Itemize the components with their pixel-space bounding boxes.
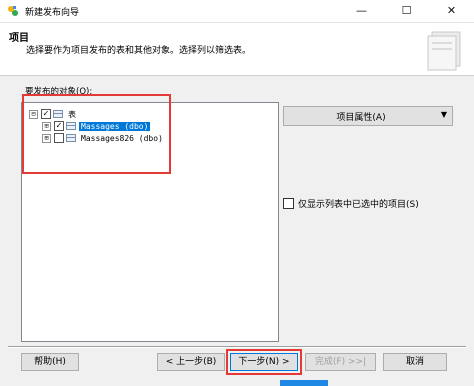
table-icon	[66, 122, 76, 130]
tree-node-tables[interactable]: ⊟ ✓ 表	[29, 108, 78, 120]
show-checked-only-label: 仅显示列表中已选中的项目(S)	[298, 200, 419, 210]
window-title: 新建发布向导	[25, 8, 80, 18]
tables-checkbox[interactable]: ✓	[41, 109, 51, 119]
tree-node-label: Massages (dbo)	[79, 121, 151, 131]
item-properties-label: 项目属性(A)	[336, 113, 386, 123]
taskbar-accent	[280, 380, 328, 386]
tree-node-label: Massages826 (dbo)	[81, 133, 163, 143]
expand-icon[interactable]: ⊞	[42, 121, 51, 131]
wizard-header: 项目 选择要作为项目发布的表和其他对象。选择列以筛选表。	[0, 23, 474, 76]
dropdown-arrow-icon: ▼	[440, 110, 447, 119]
tree-node-massages826[interactable]: ⊞ Massages826 (dbo)	[42, 132, 165, 144]
massages-checkbox[interactable]: ✓	[54, 121, 64, 131]
table-icon	[66, 134, 76, 142]
maximize-button[interactable]: ☐	[384, 0, 429, 22]
cancel-button[interactable]: 取消	[383, 353, 447, 371]
objects-tree[interactable]: ⊟ ✓ 表 ⊞ ✓ Massages (dbo) ⊞ Massages826 (…	[21, 102, 279, 342]
back-button[interactable]: < 上一步(B)	[157, 353, 225, 371]
tree-node-label: 表	[68, 109, 76, 119]
page-description: 选择要作为项目发布的表和其他对象。选择列以筛选表。	[26, 46, 252, 56]
show-checked-only-option[interactable]: 仅显示列表中已选中的项目(S)	[283, 197, 419, 210]
next-button[interactable]: 下一步(N) >	[230, 353, 298, 371]
table-folder-icon	[53, 110, 63, 118]
close-button[interactable]: ✕	[429, 0, 474, 22]
item-properties-button[interactable]: 项目属性(A) ▼	[283, 106, 453, 126]
title-bar: 新建发布向导 — ☐ ✕	[0, 0, 474, 23]
expand-icon[interactable]: ⊞	[42, 133, 51, 143]
help-button[interactable]: 帮助(H)	[21, 353, 79, 371]
page-title: 项目	[9, 33, 29, 44]
massages826-checkbox[interactable]	[54, 133, 64, 143]
footer-divider	[8, 346, 466, 348]
objects-label: 要发布的对象(O):	[25, 87, 93, 97]
publication-graphic-icon	[427, 31, 461, 71]
minimize-button[interactable]: —	[339, 0, 384, 22]
collapse-icon[interactable]: ⊟	[29, 109, 38, 119]
show-checked-only-checkbox[interactable]	[283, 198, 294, 209]
wizard-app-icon	[8, 6, 18, 16]
tree-node-massages[interactable]: ⊞ ✓ Massages (dbo)	[42, 120, 151, 132]
finish-button[interactable]: 完成(F) >>|	[305, 353, 376, 371]
